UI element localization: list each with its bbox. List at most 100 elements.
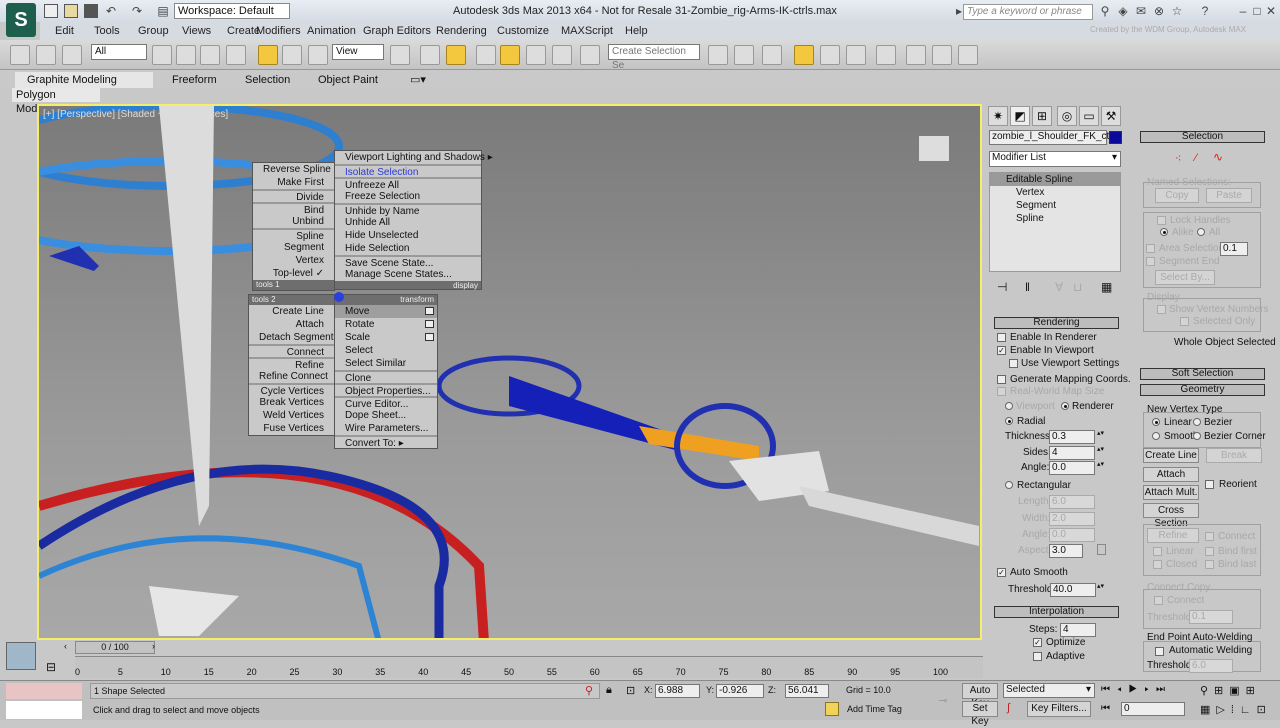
rendering-rollout-header[interactable]: Rendering (994, 317, 1119, 329)
auto-key-button[interactable]: Auto Key (962, 683, 998, 709)
render-setup-icon[interactable] (906, 45, 926, 65)
stack-item-spline[interactable]: Spline (990, 212, 1120, 225)
area-selection-field[interactable]: 0.1 (1220, 242, 1248, 256)
binoculars-icon[interactable]: ⚲ (1098, 4, 1112, 18)
quad-menu-item[interactable]: Refine (249, 357, 334, 371)
bind-space-warp-icon[interactable] (62, 45, 82, 65)
menu-views[interactable]: Views (182, 25, 211, 37)
window-crossing-icon[interactable] (226, 45, 246, 65)
renderer-radio[interactable] (1061, 402, 1069, 410)
spline-subobject-icon[interactable]: ∿ (1213, 150, 1223, 164)
align-icon[interactable] (734, 45, 754, 65)
quad-menu-item[interactable]: Cycle Vertices (249, 383, 334, 397)
named-selection-dropdown[interactable]: Create Selection Se (608, 44, 700, 71)
search-input[interactable]: Type a keyword or phrase (963, 4, 1093, 20)
bezier-radio[interactable] (1193, 418, 1201, 426)
sides-spinner[interactable]: ▴▾ (1097, 446, 1104, 459)
material-editor-icon[interactable] (876, 45, 896, 65)
select-by-name-icon[interactable] (176, 45, 196, 65)
add-time-tag-button[interactable]: Add Time Tag (847, 704, 902, 714)
quad-menu-item[interactable]: Weld Vertices (249, 409, 334, 422)
modify-tab-icon[interactable]: ◩ (1010, 106, 1030, 126)
unlink-icon[interactable] (36, 45, 56, 65)
maxscript-listener-pink[interactable] (6, 683, 82, 699)
current-frame-field[interactable]: 0 (1121, 702, 1185, 716)
hierarchy-tab-icon[interactable]: ⊞ (1032, 106, 1052, 126)
viewcube-icon[interactable] (919, 136, 949, 161)
quad-menu-item[interactable]: Unhide by Name (335, 203, 481, 217)
stack-item-editable-spline[interactable]: Editable Spline (990, 173, 1120, 186)
favorites-icon[interactable]: ☆ (1170, 4, 1184, 18)
minimize-icon[interactable]: – (1236, 4, 1250, 18)
exchange-icon[interactable]: ⊗ (1152, 4, 1166, 18)
enable-in-renderer-checkbox[interactable] (997, 333, 1006, 342)
quad-menu-item[interactable]: Make First (253, 176, 334, 189)
linear-radio[interactable] (1152, 418, 1160, 426)
manipulate-icon[interactable] (420, 45, 440, 65)
quad-menu-item[interactable]: Divide (253, 189, 334, 203)
create-line-button[interactable]: Create Line (1143, 448, 1199, 463)
layer-manager-icon[interactable] (762, 45, 782, 65)
create-tab-icon[interactable]: ✷ (988, 106, 1008, 126)
menu-edit[interactable]: Edit (55, 25, 74, 37)
viewport-navigation-controls[interactable]: ⚲⊞▣⊞ (1200, 684, 1261, 697)
object-color-swatch[interactable] (1109, 131, 1122, 144)
quad-menu-item[interactable]: Break Vertices (249, 396, 334, 409)
generate-mapping-checkbox[interactable] (997, 375, 1006, 384)
undo-icon[interactable]: ↶ (104, 4, 118, 18)
quad-menu-item[interactable]: Create Line (249, 305, 334, 318)
menu-customize[interactable]: Customize (497, 25, 549, 37)
automatic-welding-checkbox[interactable] (1155, 647, 1164, 656)
viewport-label[interactable]: [+] [Perspective] [Shaded + Edged Faces] (43, 109, 228, 120)
show-end-result-icon[interactable]: ‖ (1025, 280, 1030, 294)
link-icon[interactable] (10, 45, 30, 65)
isolate-toggle-icon[interactable]: ⚲ (585, 684, 593, 697)
object-name-field[interactable]: zombie_l_Shoulder_FK_ctrl (989, 130, 1115, 145)
quad-menu-item[interactable]: Manage Scene States... (335, 268, 481, 281)
menu-modifiers[interactable]: Modifiers (256, 25, 301, 37)
enable-in-viewport-checkbox[interactable]: ✓ (997, 346, 1006, 355)
use-viewport-settings-checkbox[interactable] (1009, 359, 1018, 368)
close-icon[interactable]: ✕ (1264, 4, 1278, 18)
open-file-icon[interactable] (64, 4, 78, 18)
quad-menu-item[interactable]: Unbind (253, 215, 334, 228)
optimize-checkbox[interactable]: ✓ (1033, 638, 1042, 647)
time-slider-next-icon[interactable]: › (152, 641, 155, 651)
tab-freeform[interactable]: Freeform (160, 72, 229, 88)
reorient-checkbox[interactable] (1205, 480, 1214, 489)
radial-radio[interactable] (1005, 417, 1013, 425)
selection-rollout-header[interactable]: Selection (1140, 131, 1265, 143)
bezier-corner-radio[interactable] (1193, 432, 1201, 440)
menu-group[interactable]: Group (138, 25, 169, 37)
go-to-start-icon[interactable]: ⏮ (1101, 703, 1110, 714)
menu-graph-editors[interactable]: Graph Editors (363, 25, 431, 37)
auto-smooth-checkbox[interactable]: ✓ (997, 568, 1006, 577)
redo-icon[interactable]: ↷ (130, 4, 144, 18)
selection-filter-dropdown[interactable]: All (91, 44, 147, 60)
save-icon[interactable] (84, 4, 98, 18)
playback-controls[interactable]: ⏮◂▶▸⏭ (1101, 684, 1172, 695)
stack-item-vertex[interactable]: Vertex (990, 186, 1120, 199)
viewport-radio[interactable] (1005, 402, 1013, 410)
vertex-subobject-icon[interactable]: ⁖ (1175, 152, 1181, 165)
select-and-move-icon[interactable] (258, 45, 278, 65)
set-key-icon[interactable]: ⊸ (928, 686, 958, 716)
geometry-rollout-header[interactable]: Geometry (1140, 384, 1265, 396)
menu-animation[interactable]: Animation (307, 25, 356, 37)
workspace-dropdown[interactable]: Workspace: Default (174, 3, 290, 19)
attach-button[interactable]: Attach (1143, 467, 1199, 482)
track-bar[interactable]: 0 5 10 15 20 25 30 35 40 45 50 55 60 65 70 75 80 85 90 95 10… (75, 656, 983, 678)
configure-modifier-sets-icon[interactable]: ▦ (1101, 280, 1112, 294)
spinner-snap-icon[interactable] (552, 45, 572, 65)
polygon-modeling-panel[interactable]: Polygon Modeling (12, 88, 100, 115)
quad-menu-item[interactable]: Freeze Selection (335, 190, 481, 203)
absolute-mode-icon[interactable]: ⊡ (626, 684, 635, 697)
menu-maxscript[interactable]: MAXScript (561, 25, 613, 37)
quad-menu-item[interactable]: Hide Selection (335, 242, 481, 255)
settings-box-icon[interactable] (425, 333, 434, 341)
track-bar-filter-icon[interactable]: ⊟ (46, 660, 56, 674)
time-tag-icon[interactable] (825, 702, 839, 716)
threshold-field[interactable]: 40.0 (1050, 583, 1096, 597)
quad-menu-item[interactable]: Wire Parameters... (335, 422, 437, 435)
new-file-icon[interactable] (44, 4, 58, 18)
